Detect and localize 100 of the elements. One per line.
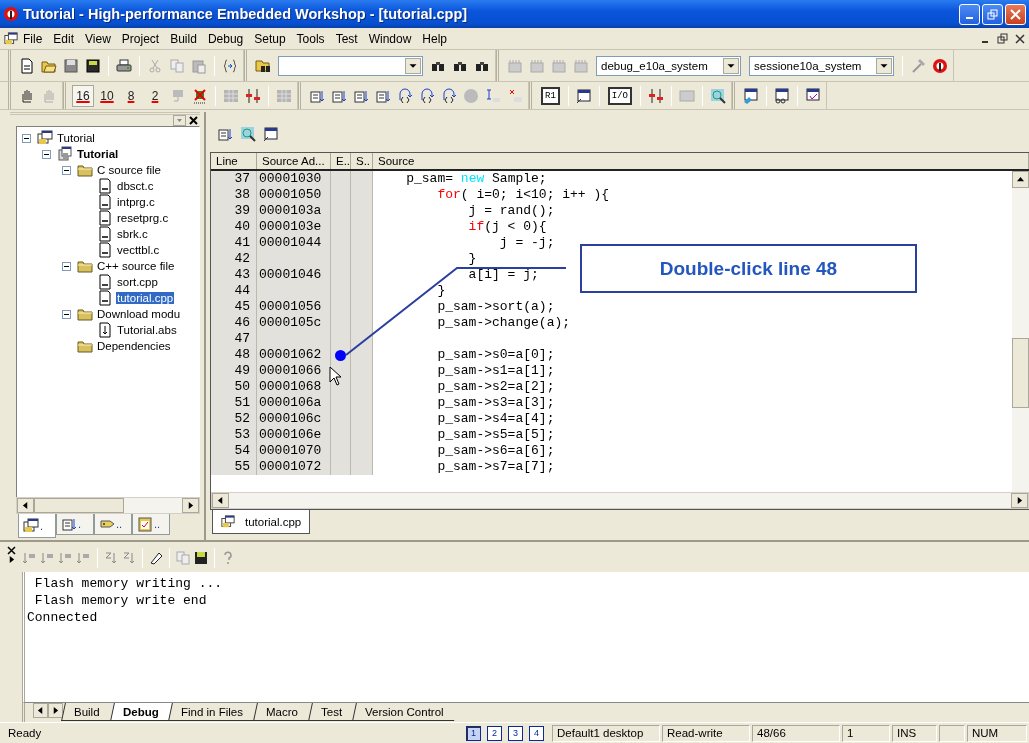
status-pane: 48/66	[752, 724, 840, 742]
source-line: p_sam->sort(a);	[436, 299, 555, 315]
line-number: 45	[211, 299, 257, 315]
line-number: 47	[211, 331, 257, 347]
tree-item[interactable]: C source file	[96, 164, 162, 176]
source-line: p_sam->change(a);	[436, 315, 571, 331]
address-cell: 0000106a	[257, 395, 331, 411]
source-line: a[i] = j;	[467, 267, 539, 283]
column-header[interactable]: Source Ad...	[257, 153, 331, 169]
address-cell: 00001068	[257, 379, 331, 395]
configuration-dropdown[interactable]: debug_e10a_system	[596, 55, 741, 76]
source-line: p_sam->s6=a[6];	[436, 443, 555, 459]
tree-item[interactable]: Download modu	[96, 308, 182, 320]
menu-item[interactable]: Help	[417, 31, 453, 46]
menu-item[interactable]: Tools	[291, 31, 331, 46]
source-line: p_sam->s7=a[7];	[436, 459, 555, 475]
menu-item[interactable]: Project	[116, 31, 166, 46]
desktop-button[interactable]: 4	[529, 725, 544, 741]
window-title: Tutorial - High-performance Embedded Workshop - [tutorial.cpp]	[23, 6, 469, 22]
tree-item[interactable]: sort.cpp	[116, 276, 159, 288]
log-line: Flash memory writing ...	[33, 575, 224, 592]
column-header[interactable]: Source	[373, 153, 1029, 169]
status-pane: Default1 desktop	[552, 724, 660, 742]
radix-button[interactable]: 10	[96, 84, 118, 107]
tree-item[interactable]: vecttbl.c	[116, 244, 161, 256]
column-header[interactable]: Line	[211, 153, 257, 169]
address-cell: 00001050	[257, 187, 331, 203]
tree-item[interactable]: Tutorial.abs	[116, 324, 178, 336]
register-button[interactable]: R1	[541, 86, 560, 105]
line-number: 43	[211, 267, 257, 283]
status-pane: NUM	[967, 724, 1027, 742]
menu-item[interactable]: Build	[165, 31, 203, 46]
output-tab[interactable]: Debug	[109, 703, 173, 721]
io-button[interactable]: I/O	[607, 86, 632, 105]
log-line: Connected	[27, 609, 99, 626]
source-line: j = rand();	[467, 203, 555, 219]
source-line: j = -j;	[498, 235, 555, 251]
address-cell: 00001066	[257, 363, 331, 379]
workspace-tab[interactable]: ..	[132, 514, 170, 535]
status-pane: 1	[842, 724, 890, 742]
address-cell: 00001056	[257, 299, 331, 315]
tree-item[interactable]: dbsct.c	[116, 180, 155, 192]
tree-item[interactable]: Dependencies	[96, 340, 172, 352]
line-number: 53	[211, 427, 257, 443]
tree-item[interactable]: C++ source file	[96, 260, 176, 272]
source-line: }	[436, 283, 446, 299]
source-line: if(j < 0){	[467, 219, 547, 235]
output-tab[interactable]: Version Control	[352, 703, 458, 721]
address-cell: 00001030	[257, 171, 331, 187]
column-header[interactable]: E..	[331, 153, 351, 169]
tree-item[interactable]: tutorial.cpp	[116, 292, 175, 304]
line-number: 46	[211, 315, 257, 331]
line-number: 54	[211, 443, 257, 459]
address-cell: 0000105c	[257, 315, 331, 331]
line-number: 41	[211, 235, 257, 251]
address-cell: 0000103e	[257, 219, 331, 235]
menu-item[interactable]: Test	[330, 31, 364, 46]
status-message: Ready	[8, 727, 43, 739]
address-cell: 00001046	[257, 267, 331, 283]
source-line: }	[467, 251, 477, 267]
source-line: p_sam->s0=a[0];	[436, 347, 555, 363]
workspace-tab[interactable]: .	[56, 514, 94, 535]
workspace-tab[interactable]: ..	[94, 514, 132, 535]
menu-item[interactable]: Setup	[249, 31, 292, 46]
radix-button[interactable]: 8	[120, 84, 142, 107]
tree-item[interactable]: sbrk.c	[116, 228, 149, 240]
line-number: 40	[211, 219, 257, 235]
menu-item[interactable]: View	[80, 31, 117, 46]
line-number: 44	[211, 283, 257, 299]
line-number: 50	[211, 379, 257, 395]
address-cell: 00001044	[257, 235, 331, 251]
line-number: 55	[211, 459, 257, 475]
menu-item[interactable]: Edit	[48, 31, 81, 46]
address-cell: 0000103a	[257, 203, 331, 219]
file-tab[interactable]: tutorial.cpp	[212, 510, 311, 534]
tree-item[interactable]: resetprg.c	[116, 212, 170, 224]
menu-item[interactable]: File	[18, 31, 49, 46]
callout-text: Double-click line 48	[580, 244, 917, 293]
workspace-tab[interactable]: .	[18, 514, 56, 538]
menu-item[interactable]: Window	[363, 31, 418, 46]
line-number: 49	[211, 363, 257, 379]
line-number: 42	[211, 251, 257, 267]
radix-button[interactable]: 16	[72, 84, 94, 107]
address-cell: 00001062	[257, 347, 331, 363]
address-cell: 00001070	[257, 443, 331, 459]
radix-button[interactable]: 2	[144, 84, 166, 107]
desktop-button[interactable]: 1	[466, 725, 481, 741]
column-header[interactable]: S..	[351, 153, 373, 169]
menu-item[interactable]: Debug	[202, 31, 250, 46]
tree-item[interactable]: Tutorial	[56, 132, 96, 144]
desktop-button[interactable]: 2	[487, 725, 502, 741]
source-line: for( i=0; i<10; i++ ){	[436, 187, 610, 203]
tree-item[interactable]: Tutorial	[76, 148, 120, 160]
address-cell: 0000106e	[257, 427, 331, 443]
tree-item[interactable]: intprg.c	[116, 196, 156, 208]
source-line: p_sam->s1=a[1];	[436, 363, 555, 379]
session-dropdown[interactable]: sessione10a_system	[749, 55, 894, 76]
line-number: 52	[211, 411, 257, 427]
status-pane: Read-write	[662, 724, 750, 742]
desktop-button[interactable]: 3	[508, 725, 523, 741]
